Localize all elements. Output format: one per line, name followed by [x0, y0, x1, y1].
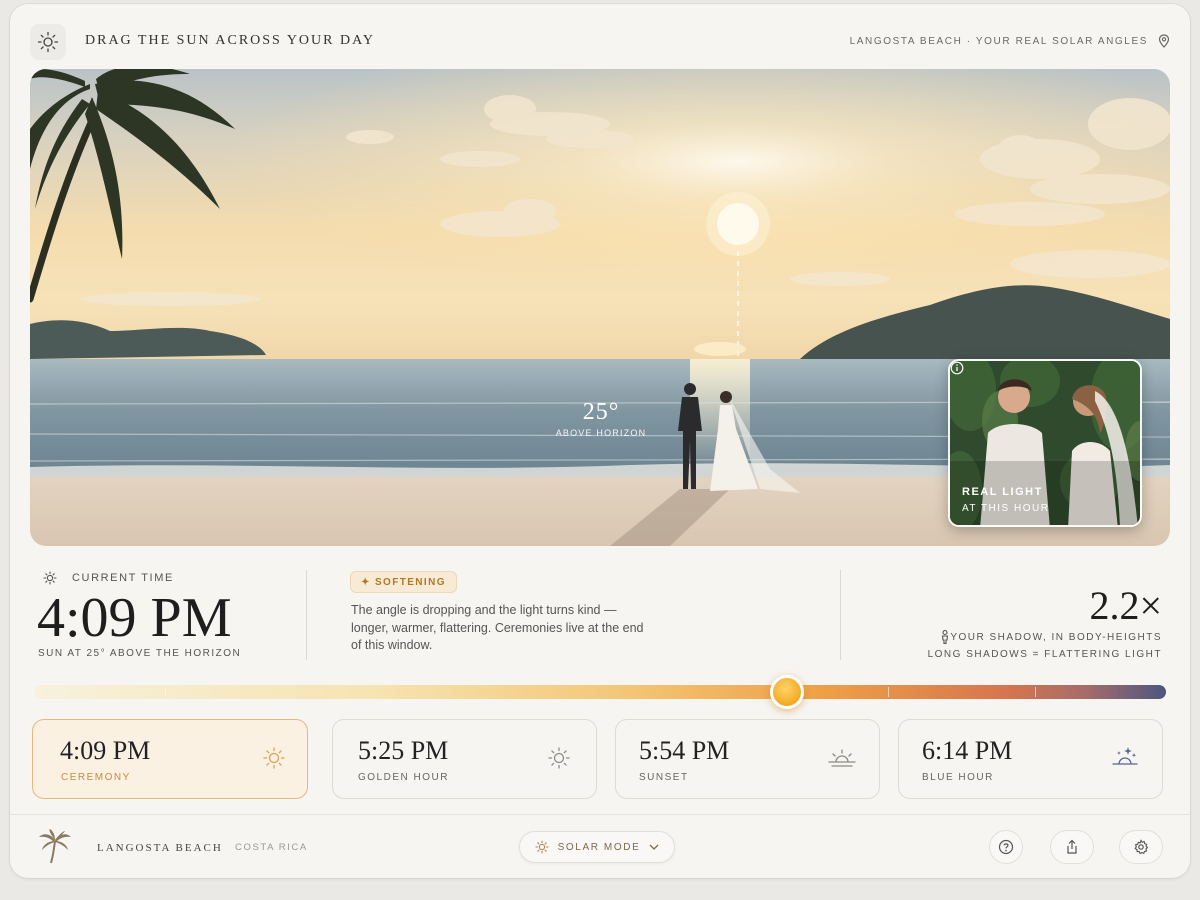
sun-icon[interactable]: [30, 24, 66, 60]
info-icon[interactable]: [950, 361, 964, 375]
phase-badge: ✦ SOFTENING: [350, 571, 457, 593]
slider-tick: [888, 687, 889, 697]
place-name: LANGOSTA BEACH: [97, 842, 223, 854]
share-button[interactable]: [1050, 830, 1094, 864]
shadow-label: YOUR SHADOW, IN BODY-HEIGHTS: [950, 632, 1162, 643]
settings-icon: [1134, 839, 1149, 855]
sunset-icon: [828, 749, 856, 767]
solar-mode-dropdown[interactable]: SOLAR MODE: [519, 831, 675, 863]
card-label: GOLDEN HOUR: [358, 772, 449, 783]
sun-icon: [535, 840, 549, 854]
sun-slider-handle[interactable]: [769, 675, 804, 709]
current-time-label: CURRENT TIME: [72, 572, 174, 584]
sun-icon: [548, 747, 570, 769]
palm-tree-icon: [39, 829, 71, 864]
card-label: CEREMONY: [61, 772, 131, 783]
app-window: DRAG THE SUN ACROSS YOUR DAY LANGOSTA BE…: [10, 4, 1190, 878]
location-label: LANGOSTA BEACH · YOUR REAL SOLAR ANGLES: [849, 36, 1148, 47]
sun-position-text: SUN AT 25° ABOVE THE HORIZON: [38, 648, 242, 659]
real-light-subtitle: AT THIS HOUR: [962, 503, 1050, 514]
card-label: BLUE HOUR: [922, 772, 994, 783]
card-label: SUNSET: [639, 772, 689, 783]
card-time: 4:09 PM: [60, 736, 151, 765]
time-slider-track[interactable]: [34, 685, 1166, 699]
time-card-blue-hour[interactable]: 6:14 PM BLUE HOUR: [898, 719, 1163, 799]
slider-tick: [1035, 687, 1036, 697]
help-icon: [998, 839, 1014, 855]
card-time: 6:14 PM: [922, 736, 1013, 765]
real-light-preview[interactable]: REAL LIGHT AT THIS HOUR: [948, 359, 1142, 527]
share-icon: [1067, 839, 1077, 854]
page-title: DRAG THE SUN ACROSS YOUR DAY: [85, 33, 376, 48]
place-country: COSTA RICA: [235, 842, 308, 853]
phase-description: The angle is dropping and the light turn…: [351, 603, 644, 652]
beach-scene[interactable]: 25° ABOVE HORIZON REAL LIGHT AT THIS HOU…: [30, 69, 1170, 546]
sun-angle-readout: 25° ABOVE HORIZON: [551, 400, 651, 438]
time-card-golden-hour[interactable]: 5:25 PM GOLDEN HOUR: [332, 719, 597, 799]
current-time-value: 4:09 PM: [37, 587, 232, 649]
divider: [306, 570, 307, 660]
sun-angle-value: 25°: [582, 399, 620, 425]
footer-divider: [10, 814, 1190, 815]
card-time: 5:25 PM: [358, 736, 449, 765]
solar-mode-label: SOLAR MODE: [557, 841, 641, 853]
slider-tick: [165, 687, 166, 697]
time-card-ceremony[interactable]: 4:09 PM CEREMONY: [32, 719, 308, 799]
sun-icon: [263, 747, 285, 769]
card-time: 5:54 PM: [639, 736, 730, 765]
time-card-sunset[interactable]: 5:54 PM SUNSET: [615, 719, 880, 799]
blue-hour-icon: [1112, 747, 1138, 765]
divider: [840, 570, 841, 660]
person-icon: [941, 630, 949, 644]
shadow-multiplier: 2.2×: [1089, 583, 1162, 628]
map-pin-icon: [1158, 34, 1170, 48]
shadow-sub-label: LONG SHADOWS = FLATTERING LIGHT: [927, 649, 1162, 660]
sun-angle-sub: ABOVE HORIZON: [555, 428, 647, 438]
header: DRAG THE SUN ACROSS YOUR DAY LANGOSTA BE…: [30, 22, 1170, 62]
chevron-down-icon: [649, 844, 659, 850]
help-button[interactable]: [989, 830, 1023, 864]
settings-button[interactable]: [1119, 830, 1163, 864]
sun-icon: [43, 571, 57, 585]
real-light-title: REAL LIGHT: [962, 486, 1043, 498]
